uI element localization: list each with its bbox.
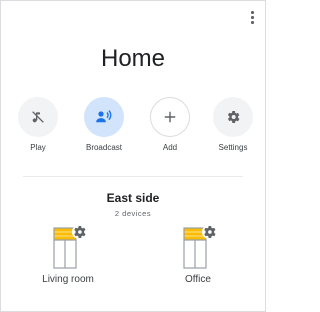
device-label: Office bbox=[185, 274, 211, 285]
music-off-icon bbox=[32, 111, 44, 123]
broadcast-icon bbox=[96, 110, 112, 123]
play-label: Play bbox=[30, 143, 46, 152]
device-office[interactable]: Office bbox=[158, 223, 238, 293]
settings-button[interactable]: Settings bbox=[201, 97, 265, 157]
device-label: Living room bbox=[42, 274, 94, 285]
room-window-gear-icon bbox=[53, 225, 86, 269]
home-screen: Home Play Broadcast Add Settings East si… bbox=[0, 0, 266, 312]
settings-label: Settings bbox=[218, 143, 248, 152]
more-vert-icon[interactable] bbox=[247, 10, 257, 24]
room-window-gear-icon bbox=[183, 225, 216, 269]
action-row: Play Broadcast Add Settings bbox=[1, 97, 265, 157]
page-title: Home bbox=[100, 45, 166, 72]
room-group-subtitle: 2 devices bbox=[114, 209, 152, 218]
room-group-title: East side bbox=[106, 191, 160, 205]
gear-icon bbox=[227, 111, 240, 123]
add-button[interactable]: Add bbox=[138, 97, 202, 157]
play-button[interactable]: Play bbox=[6, 97, 70, 157]
add-label: Add bbox=[162, 143, 178, 152]
plus-icon bbox=[164, 111, 176, 123]
device-living-room[interactable]: Living room bbox=[28, 223, 108, 293]
broadcast-button[interactable]: Broadcast bbox=[72, 97, 136, 157]
broadcast-label: Broadcast bbox=[85, 143, 123, 152]
divider bbox=[23, 176, 243, 177]
